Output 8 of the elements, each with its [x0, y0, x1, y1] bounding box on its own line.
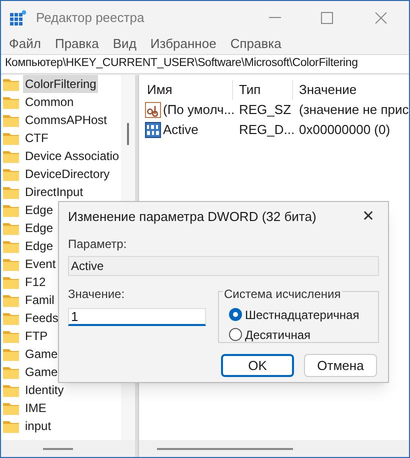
window-title: Редактор реестра [36, 8, 144, 27]
value-data: (значение не прис [298, 101, 409, 120]
value-type: REG_SZ [238, 101, 292, 120]
value-data: 0x00000000 (0) [298, 121, 392, 140]
field-label: Значение: [68, 286, 126, 303]
field-label: Параметр: [68, 236, 128, 253]
dialog-title: Изменение параметра DWORD (32 бита) [68, 208, 318, 226]
value-type: REG_D... [238, 121, 293, 140]
